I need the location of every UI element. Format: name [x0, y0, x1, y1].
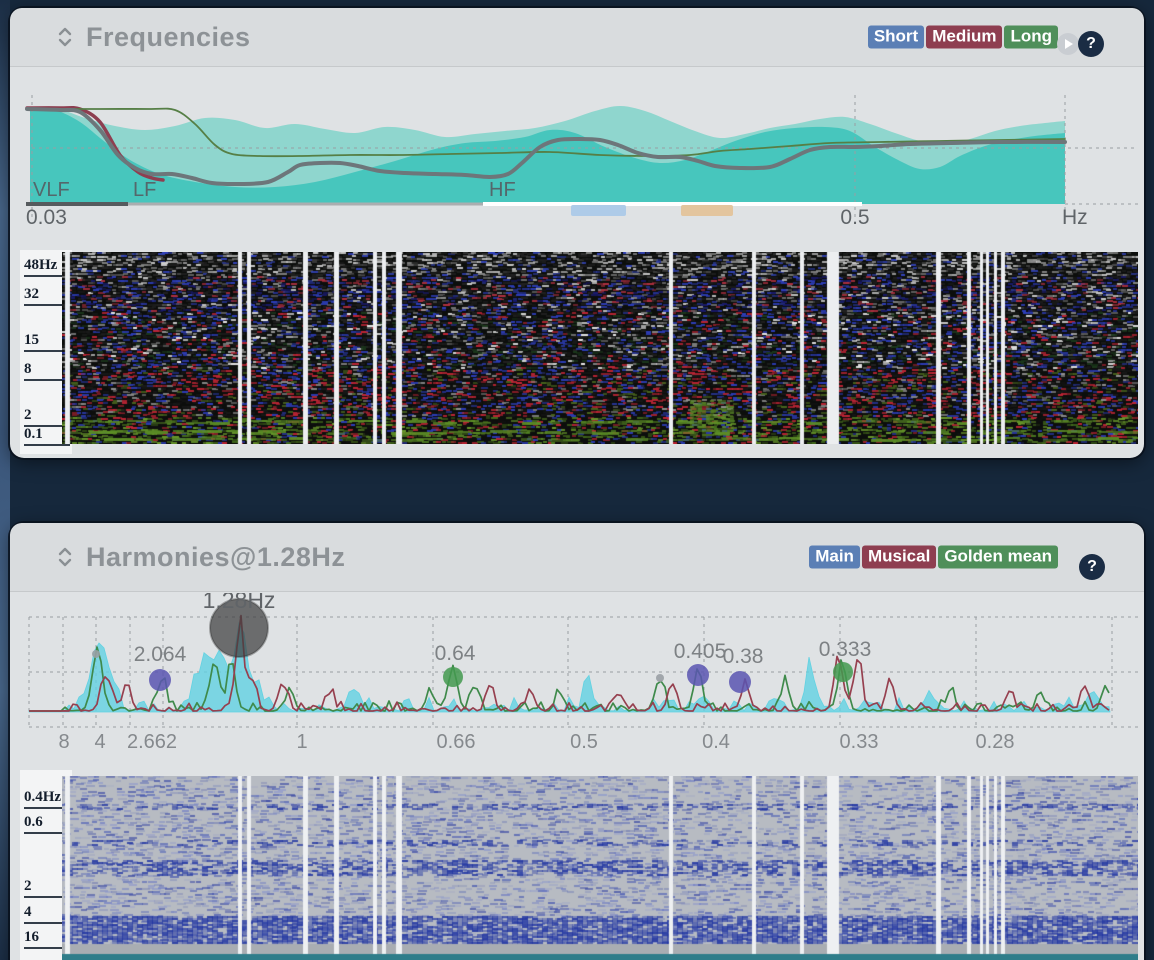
legend-chip-musical[interactable]: Musical — [862, 546, 936, 569]
band-label: LF — [133, 179, 156, 201]
band-label: VLF — [33, 179, 70, 201]
x-tick-label: 0.28 — [976, 731, 1015, 753]
x-tick-label: 0.66 — [437, 731, 476, 753]
x-tick-label: Hz — [1062, 206, 1088, 229]
marker-label: 2.064 — [134, 643, 187, 666]
frequencies-time-window-legend: Short Medium Long — [868, 26, 1058, 49]
frequencies-chart[interactable]: VLF LF HF 0.03 0.5 Hz — [10, 66, 1144, 252]
marker-0.38[interactable] — [729, 671, 751, 693]
harmonies-help-button[interactable]: ? — [1079, 554, 1105, 580]
harmonies-chart[interactable]: 2.064 0.64 0.4050.38 0.333 1.28Hz 8 4 2.662 1 0.6… — [10, 593, 1144, 770]
legend-chip-medium[interactable]: Medium — [926, 26, 1002, 49]
minor-peak-dot — [656, 674, 664, 682]
play-icon — [1064, 39, 1074, 49]
range-marker[interactable] — [571, 205, 626, 216]
main-area — [29, 623, 1110, 712]
frequencies-title: Frequencies — [86, 22, 251, 53]
minor-peak-dot — [92, 650, 100, 658]
marker-label: 0.333 — [819, 638, 872, 661]
x-tick-label: 0.4 — [702, 731, 730, 753]
x-tick-label: 4 — [94, 731, 105, 753]
x-tick-label: 0.03 — [26, 206, 67, 229]
harmonies-title: Harmonies@1.28Hz — [86, 542, 345, 573]
frequencies-header: Frequencies Short Medium Long ? — [10, 8, 1144, 67]
collapse-expand-icon[interactable] — [56, 25, 74, 49]
marker-2.064[interactable] — [149, 669, 171, 691]
legend-chip-main[interactable]: Main — [809, 546, 860, 569]
play-button[interactable] — [1057, 33, 1079, 55]
marker-0.64[interactable] — [443, 667, 463, 687]
x-tick-label: 0.5 — [570, 731, 598, 753]
x-tick-label: 0.5 — [840, 206, 869, 229]
marker-label: 0.405 — [674, 640, 727, 663]
frequencies-spectrogram[interactable] — [62, 252, 1138, 444]
x-tick-label: 1 — [296, 731, 307, 753]
marker-0.333[interactable] — [833, 662, 853, 682]
harmonies-series-legend: Main Musical Golden mean — [809, 546, 1058, 569]
marker-label: 0.38 — [723, 645, 764, 668]
range-marker[interactable] — [681, 205, 733, 216]
hrv-analysis-app: Frequencies Short Medium Long ? 48Hz3215… — [0, 0, 1154, 960]
x-tick-label: 8 — [58, 731, 69, 753]
harmonies-header: Harmonies@1.28Hz Main Musical Golden mea… — [10, 523, 1144, 592]
harmonies-spectrogram[interactable] — [62, 776, 1138, 960]
collapse-expand-icon[interactable] — [56, 545, 74, 569]
x-tick-label: 0.33 — [840, 731, 879, 753]
x-tick-label: 2.662 — [127, 731, 177, 753]
marker-label: 0.64 — [435, 642, 476, 665]
frequencies-help-button[interactable]: ? — [1078, 31, 1104, 57]
legend-chip-short[interactable]: Short — [868, 26, 924, 49]
marker-0.405[interactable] — [687, 664, 709, 686]
legend-chip-golden-mean[interactable]: Golden mean — [938, 546, 1058, 569]
band-label: HF — [489, 179, 516, 201]
selected-frequency-label: 1.28Hz — [203, 593, 276, 613]
legend-chip-long[interactable]: Long — [1004, 26, 1058, 49]
